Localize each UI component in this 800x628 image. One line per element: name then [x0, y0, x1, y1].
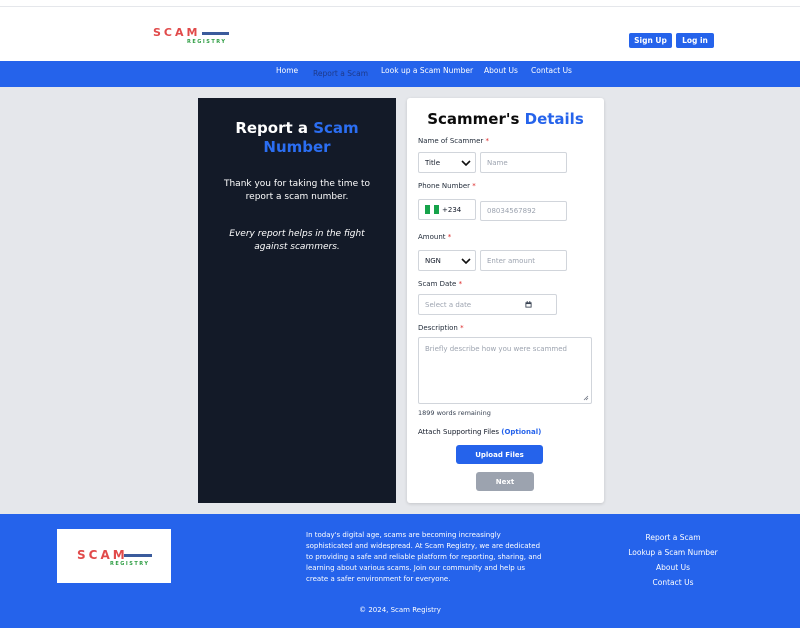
logo-sub: REGISTRY	[187, 39, 227, 45]
login-button[interactable]: Log in	[676, 33, 714, 48]
calendar-icon[interactable]	[525, 301, 532, 308]
footer-logo-mark: SCAM REGISTRY	[77, 548, 157, 568]
nigeria-flag-icon	[425, 205, 440, 214]
country-code-select[interactable]: +234	[418, 199, 476, 220]
report-intro-panel: Report a Scam Number Thank you for takin…	[198, 98, 396, 503]
title-select[interactable]: Title	[418, 152, 476, 173]
footer-logo-sub: REGISTRY	[110, 561, 150, 567]
upload-files-button[interactable]: Upload Files	[456, 445, 543, 464]
amount-label: Amount *	[418, 233, 452, 241]
phone-label: Phone Number *	[418, 182, 476, 190]
nav-contact[interactable]: Contact Us	[531, 66, 572, 75]
footer-logo-word: SCAM	[77, 548, 128, 562]
phone-input[interactable]: 08034567892	[480, 201, 567, 221]
footer-link-contact[interactable]: Contact Us	[612, 575, 734, 590]
nav-lookup[interactable]: Look up a Scam Number	[381, 66, 473, 75]
site-footer: SCAM REGISTRY In today's digital age, sc…	[0, 514, 800, 628]
resize-handle-icon[interactable]	[583, 395, 589, 401]
chevron-down-icon	[461, 159, 471, 166]
footer-link-report[interactable]: Report a Scam	[612, 530, 734, 545]
footer-link-lookup[interactable]: Lookup a Scam Number	[612, 545, 734, 560]
chevron-down-icon	[461, 257, 471, 264]
footer-link-about[interactable]: About Us	[612, 560, 734, 575]
scam-date-input[interactable]: Select a date	[418, 294, 557, 315]
scam-date-label: Scam Date *	[418, 280, 463, 288]
main-nav: Home Report a Scam Look up a Scam Number…	[0, 61, 800, 87]
panel-title: Report a Scam Number	[235, 119, 359, 156]
footer-links: Report a Scam Lookup a Scam Number About…	[612, 530, 734, 590]
words-remaining: 1899 words remaining	[418, 409, 491, 417]
logo-bar	[202, 32, 229, 35]
panel-thanks-text: Thank you for taking the time to report …	[223, 179, 371, 202]
top-border	[0, 0, 800, 7]
scammer-details-form: Scammer's Details Name of Scammer * Titl…	[407, 98, 604, 503]
attach-files-label: Attach Supporting Files (Optional)	[418, 428, 542, 436]
copyright: © 2024, Scam Registry	[359, 606, 441, 614]
footer-about-text: In today's digital age, scams are becomi…	[306, 531, 542, 583]
currency-select[interactable]: NGN	[418, 250, 476, 271]
next-button[interactable]: Next	[476, 472, 534, 491]
description-textarea[interactable]: Briefly describe how you were scammed	[418, 337, 592, 404]
nav-home[interactable]: Home	[276, 66, 298, 75]
nav-report-scam[interactable]: Report a Scam	[313, 69, 368, 78]
logo-word: SCAM	[153, 26, 201, 39]
site-logo[interactable]: SCAM REGISTRY	[153, 26, 233, 50]
signup-button[interactable]: Sign Up	[629, 33, 672, 48]
name-label: Name of Scammer *	[418, 137, 489, 145]
footer-logo-bar	[124, 554, 152, 557]
site-header: SCAM REGISTRY Sign Up Log in	[0, 7, 800, 61]
panel-tagline: Every report helps in the fight against …	[229, 229, 365, 252]
description-label: Description *	[418, 324, 464, 332]
amount-input[interactable]: Enter amount	[480, 250, 567, 271]
name-input[interactable]: Name	[480, 152, 567, 173]
footer-logo[interactable]: SCAM REGISTRY	[57, 529, 171, 583]
nav-about[interactable]: About Us	[484, 66, 518, 75]
form-title: Scammer's Details	[427, 110, 584, 128]
